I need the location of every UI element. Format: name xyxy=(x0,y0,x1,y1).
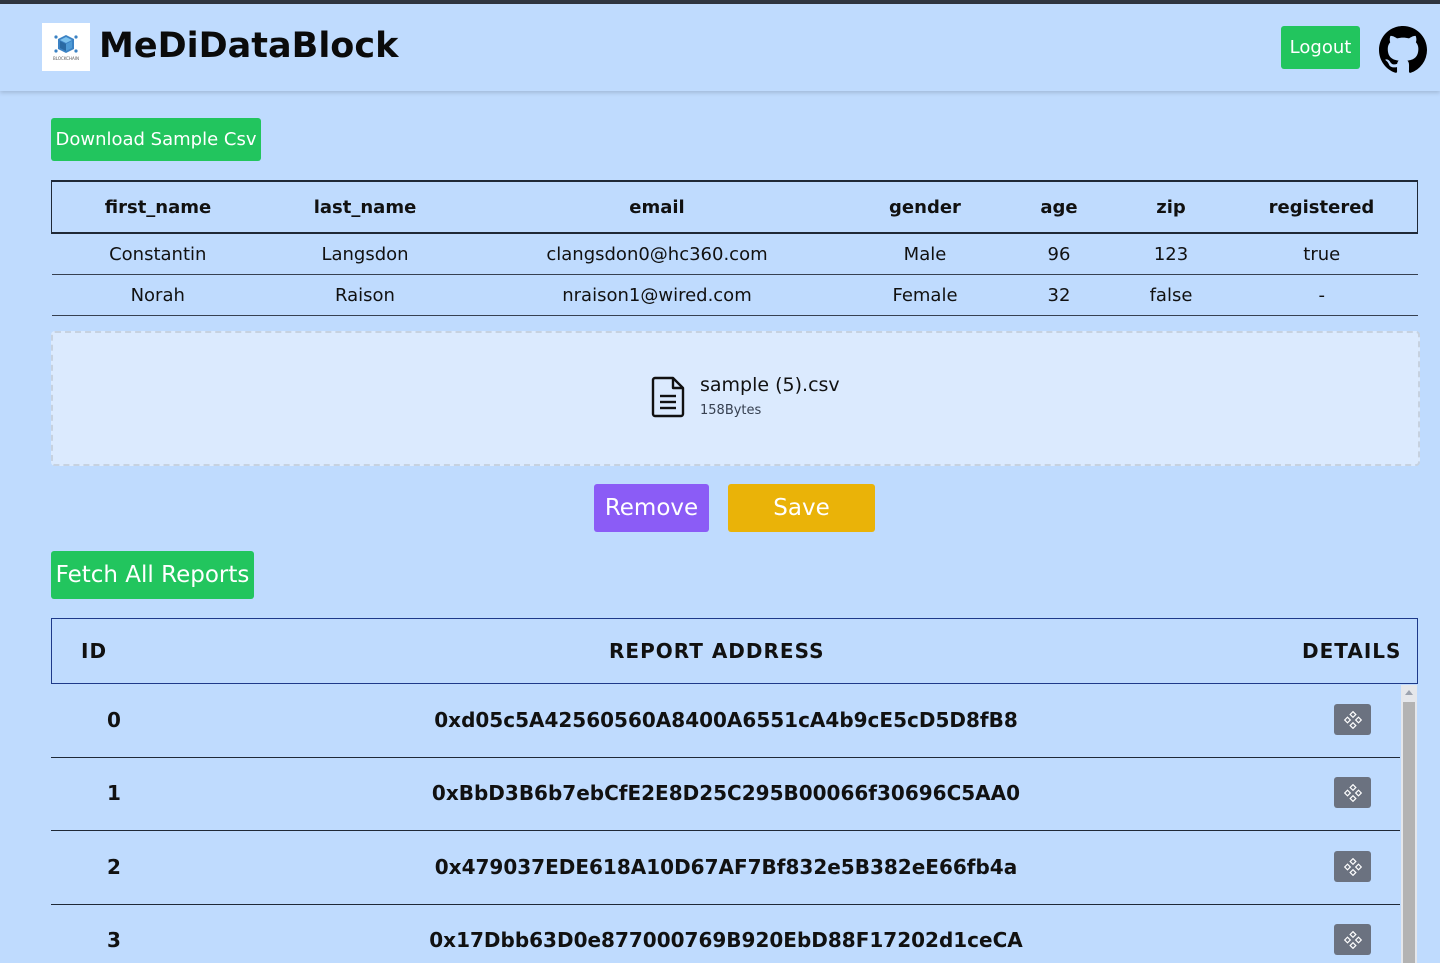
uploaded-file-size: 158Bytes xyxy=(700,403,762,418)
details-icon xyxy=(1343,930,1362,949)
table-cell: Male xyxy=(848,233,1002,275)
report-address: 0x17Dbb63D0e877000769B920EbD88F17202d1ce… xyxy=(429,928,1023,952)
logout-button[interactable]: Logout xyxy=(1281,26,1360,69)
csv-header-zip: zip xyxy=(1116,180,1226,234)
file-dropzone[interactable] xyxy=(51,331,1420,466)
reports-table-header: ID REPORT ADDRESS DETAILS xyxy=(51,618,1418,684)
header-details: DETAILS xyxy=(1302,639,1402,663)
report-address: 0x479037EDE618A10D67AF7Bf832e5B382eE66fb… xyxy=(434,855,1018,879)
report-id: 0 xyxy=(107,708,121,732)
report-address: 0xBbD3B6b7ebCfE2E8D25C295B00066f30696C5A… xyxy=(431,781,1021,805)
details-icon xyxy=(1343,857,1362,876)
table-cell: nraison1@wired.com xyxy=(466,274,848,316)
csv-header-row: first_name last_name email gender age zi… xyxy=(51,180,1418,234)
report-address: 0xd05c5A42560560A8400A6551cA4b9cE5cD5D8f… xyxy=(434,708,1018,732)
details-button[interactable] xyxy=(1334,851,1371,882)
table-row: 1 0xBbD3B6b7ebCfE2E8D25C295B00066f30696C… xyxy=(51,757,1400,831)
csv-header-age: age xyxy=(1002,180,1116,234)
details-button[interactable] xyxy=(1334,704,1371,735)
details-button[interactable] xyxy=(1334,924,1371,955)
header-id: ID xyxy=(81,639,108,663)
table-row: 2 0x479037EDE618A10D67AF7Bf832e5B382eE66… xyxy=(51,831,1400,905)
table-row: 3 0x17Dbb63D0e877000769B920EbD88F17202d1… xyxy=(51,904,1400,963)
table-row: Constantin Langsdon clangsdon0@hc360.com… xyxy=(51,233,1418,275)
table-cell: false xyxy=(1116,274,1226,316)
csv-header-first-name: first_name xyxy=(51,180,264,234)
table-cell: Norah xyxy=(51,274,264,316)
app-logo[interactable]: BLOCKCHAIN xyxy=(42,23,90,71)
file-text-icon xyxy=(651,376,685,418)
remove-button[interactable]: Remove xyxy=(594,484,709,532)
table-cell: Langsdon xyxy=(264,233,466,275)
table-cell: 96 xyxy=(1002,233,1116,275)
table-row: 0 0xd05c5A42560560A8400A6551cA4b9cE5cD5D… xyxy=(51,684,1400,758)
table-cell: clangsdon0@hc360.com xyxy=(466,233,848,275)
csv-header-gender: gender xyxy=(848,180,1002,234)
fetch-all-reports-button[interactable]: Fetch All Reports xyxy=(51,551,254,599)
github-icon[interactable] xyxy=(1379,26,1427,74)
csv-preview-table: first_name last_name email gender age zi… xyxy=(51,180,1418,316)
csv-header-email: email xyxy=(466,180,848,234)
details-icon xyxy=(1343,783,1362,802)
uploaded-file-name: sample (5).csv xyxy=(700,374,840,396)
header-report-address: REPORT ADDRESS xyxy=(609,639,825,663)
table-cell: Female xyxy=(848,274,1002,316)
download-sample-csv-button[interactable]: Download Sample Csv xyxy=(51,118,261,161)
app-title: MeDiDataBlock xyxy=(99,26,399,66)
details-icon xyxy=(1343,710,1362,729)
reports-table-body[interactable]: 0 0xd05c5A42560560A8400A6551cA4b9cE5cD5D… xyxy=(51,684,1418,963)
logo-caption: BLOCKCHAIN xyxy=(53,56,79,61)
report-id: 1 xyxy=(107,781,121,805)
scroll-up-arrow-icon[interactable] xyxy=(1403,688,1415,698)
table-cell: 123 xyxy=(1116,233,1226,275)
blockchain-logo-icon xyxy=(54,35,78,53)
table-row: Norah Raison nraison1@wired.com Female 3… xyxy=(51,274,1418,316)
csv-header-registered: registered xyxy=(1226,180,1418,234)
save-button[interactable]: Save xyxy=(728,484,875,532)
details-button[interactable] xyxy=(1334,777,1371,808)
table-cell: true xyxy=(1226,233,1418,275)
table-cell: Constantin xyxy=(51,233,264,275)
scrollbar-thumb[interactable] xyxy=(1403,702,1415,963)
table-cell: 32 xyxy=(1002,274,1116,316)
table-cell: - xyxy=(1226,274,1418,316)
table-cell: Raison xyxy=(264,274,466,316)
csv-header-last-name: last_name xyxy=(264,180,466,234)
report-id: 2 xyxy=(107,855,121,879)
report-id: 3 xyxy=(107,928,121,952)
app-header: BLOCKCHAIN MeDiDataBlock Logout xyxy=(0,4,1440,91)
